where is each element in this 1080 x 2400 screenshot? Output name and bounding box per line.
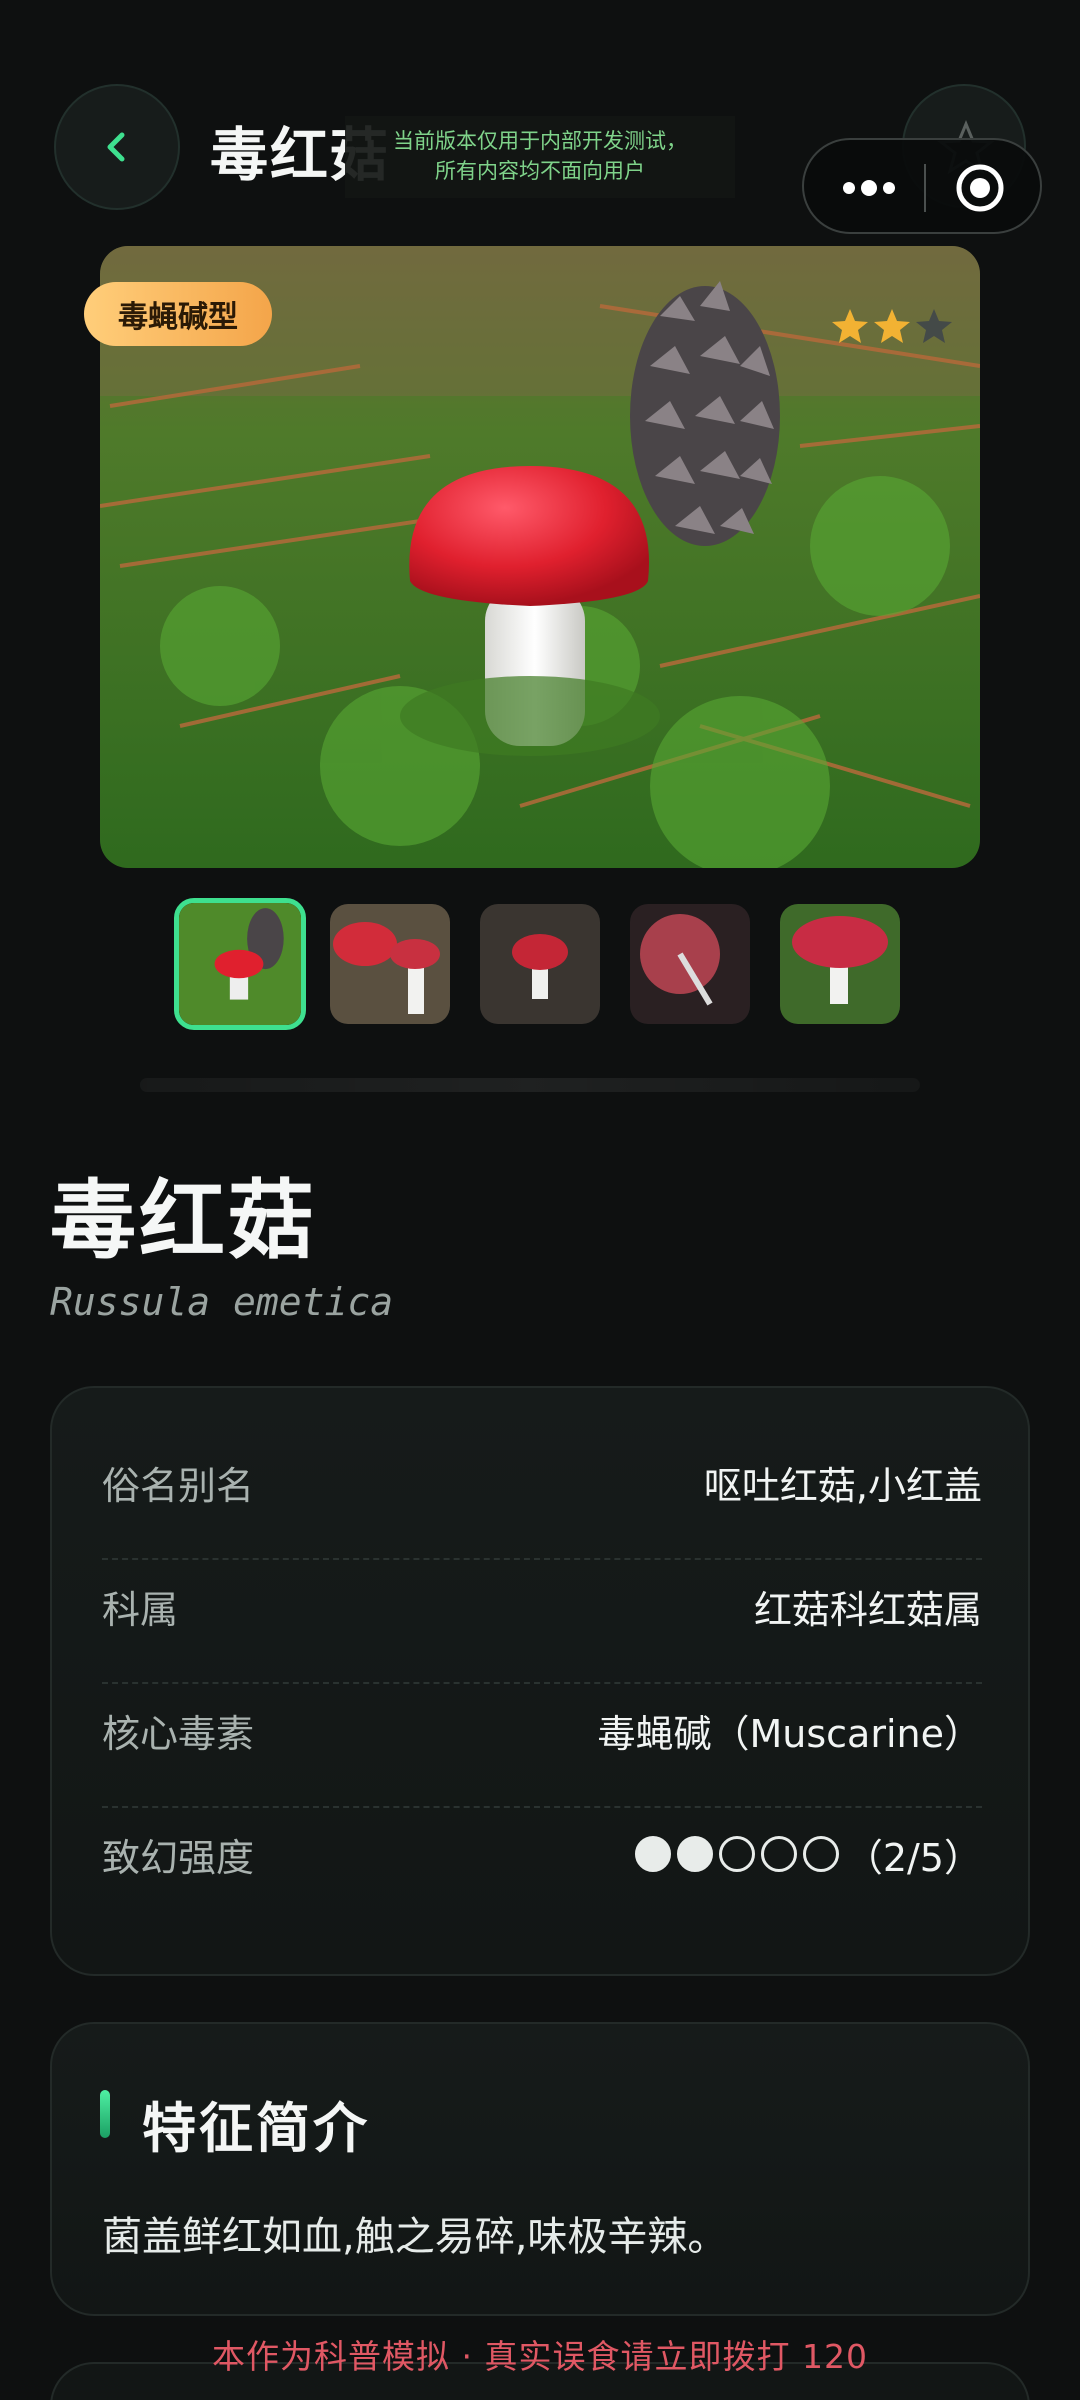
target-circle-icon — [956, 164, 1004, 212]
info-row-hallucinogen: 致幻强度 （2/5） — [102, 1792, 982, 1916]
dev-notice-line1: 当前版本仅用于内部开发测试， — [393, 129, 687, 153]
latin-name: Russula emetica — [50, 1280, 394, 1324]
back-button[interactable] — [54, 84, 180, 210]
rating-circle — [760, 1836, 797, 1872]
feature-card: 特征简介 菌盖鲜红如血,触之易碎,味极辛辣。 — [50, 2022, 1030, 2316]
info-row-family: 科属 红菇科红菇属 — [102, 1544, 982, 1668]
species-name: 毒红菇 — [50, 1171, 317, 1271]
rating-circle — [634, 1836, 671, 1872]
star-empty-icon — [916, 309, 952, 343]
rating-text: （2/5） — [844, 1835, 982, 1880]
star-filled-icon — [832, 309, 868, 343]
miniprogram-capsule — [802, 138, 1042, 234]
info-key: 核心毒素 — [102, 1711, 255, 1756]
danger-rating-stars — [830, 306, 1000, 346]
more-dots-icon — [843, 180, 895, 196]
info-card: 俗名别名 呕吐红菇,小红盖 科属 红菇科红菇属 核心毒素 毒蝇碱（Muscari… — [50, 1386, 1030, 1976]
thumbnail-strip — [174, 898, 904, 1030]
capsule-divider — [924, 164, 926, 212]
warning-footer: 本作为科普模拟 · 真实误食请立即拨打 120 — [212, 2337, 868, 2376]
close-miniprogram-button[interactable] — [954, 162, 1006, 214]
thumbnail-2[interactable] — [330, 904, 450, 1024]
dev-notice-line2: 所有内容均不面向用户 — [435, 159, 645, 183]
chevron-left-icon — [107, 132, 125, 162]
hallucinogen-rating: （2/5） — [634, 1827, 982, 1882]
faded-caption — [140, 1078, 920, 1092]
rating-circle — [676, 1836, 713, 1872]
more-button[interactable] — [834, 170, 904, 206]
thumbnail-4[interactable] — [630, 904, 750, 1024]
feature-title: 特征简介 — [142, 2097, 370, 2160]
star-filled-icon — [874, 309, 910, 343]
info-value: 毒蝇碱（Muscarine） — [597, 1711, 983, 1756]
dev-notice: 当前版本仅用于内部开发测试， 所有内容均不面向用户 — [345, 116, 735, 198]
info-key: 俗名别名 — [102, 1463, 255, 1508]
section-accent-bar — [100, 2090, 110, 2138]
feature-text: 菌盖鲜红如血,触之易碎,味极辛辣。 — [102, 2214, 728, 2260]
info-key: 科属 — [102, 1587, 179, 1632]
thumbnail-3[interactable] — [480, 904, 600, 1024]
rating-circle — [718, 1836, 755, 1872]
info-row-toxin: 核心毒素 毒蝇碱（Muscarine） — [102, 1668, 982, 1792]
info-row-alias: 俗名别名 呕吐红菇,小红盖 — [102, 1420, 982, 1544]
rating-circle — [802, 1836, 839, 1872]
toxin-type-badge: 毒蝇碱型 — [84, 282, 272, 346]
thumbnail-1[interactable] — [174, 898, 306, 1030]
info-value: 呕吐红菇,小红盖 — [703, 1463, 982, 1508]
info-key: 致幻强度 — [102, 1835, 255, 1880]
thumbnail-5[interactable] — [780, 904, 900, 1024]
info-value: 红菇科红菇属 — [753, 1587, 982, 1632]
